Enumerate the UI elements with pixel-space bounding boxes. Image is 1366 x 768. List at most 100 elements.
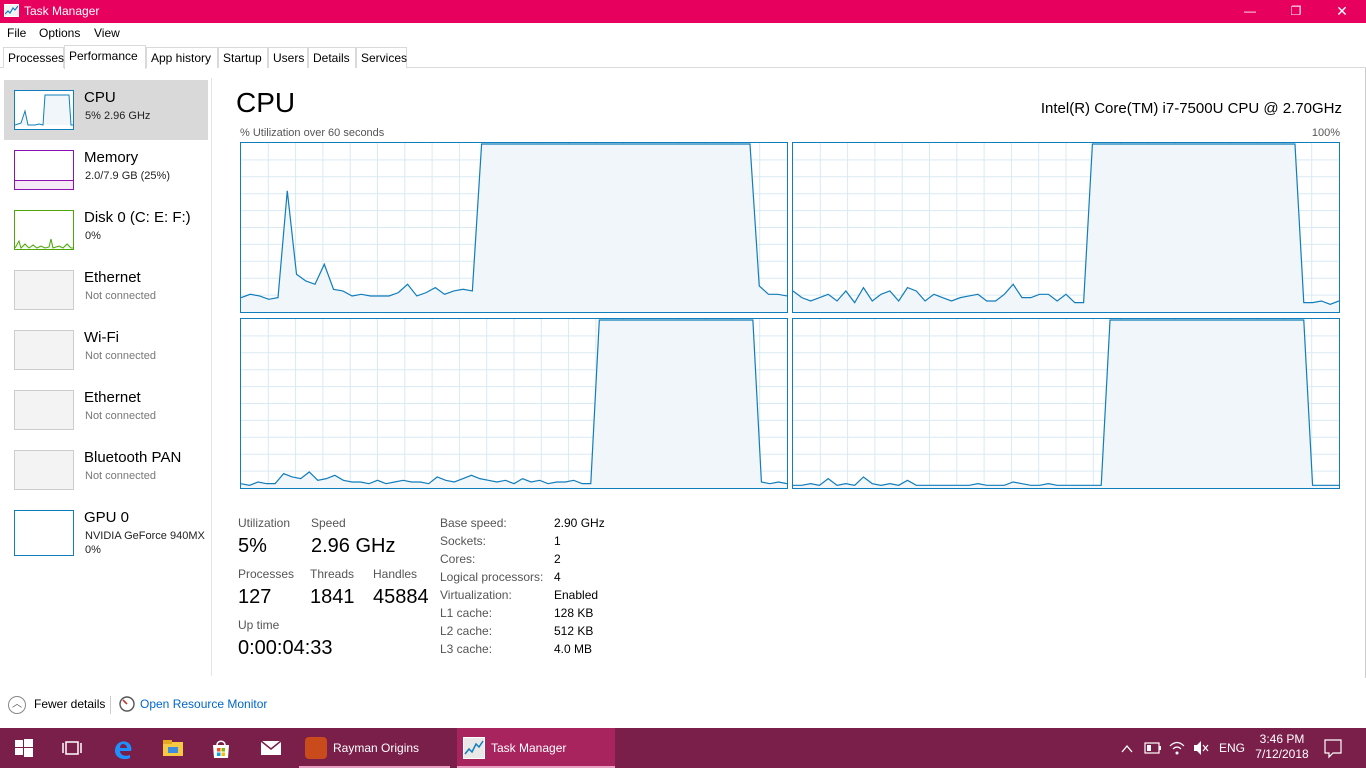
wifi-mini-graph — [14, 330, 74, 370]
fewer-details-link[interactable]: Fewer details — [34, 697, 105, 711]
sidebar-item-bluetooth-pan[interactable]: Bluetooth PAN Not connected — [4, 440, 208, 500]
sidebar-item-cpu[interactable]: CPU 5% 2.96 GHz — [4, 80, 208, 140]
processes-value: 127 — [238, 586, 272, 608]
sidebar-item-value: Not connected — [85, 290, 156, 302]
edge-button[interactable] — [98, 728, 146, 768]
chevron-up-icon[interactable]: ︿ — [8, 696, 26, 714]
spec-value: 2.90 GHz — [554, 516, 605, 530]
cpu-model: Intel(R) Core(TM) i7-7500U CPU @ 2.70GHz — [1040, 100, 1342, 117]
spec-key: Sockets: — [440, 534, 487, 548]
sidebar-item-value-2: 0% — [85, 544, 101, 556]
task-view-button[interactable] — [48, 728, 96, 768]
network-tray-button[interactable] — [1168, 728, 1186, 768]
tab-performance[interactable]: Performance — [64, 45, 146, 69]
spec-value: 512 KB — [554, 624, 594, 638]
file-explorer-button[interactable] — [148, 728, 196, 768]
menu-bar: File Options View — [0, 23, 1366, 43]
spec-key: Cores: — [440, 552, 476, 566]
sidebar-divider — [211, 78, 212, 676]
sidebar-item-ethernet-2[interactable]: Ethernet Not connected — [4, 380, 208, 440]
utilization-label: Utilization — [238, 516, 291, 530]
memory-mini-graph — [14, 150, 74, 190]
taskbar: Rayman Origins Task Manager ENG 3:46 PM … — [0, 728, 1366, 768]
spec-value: 4 — [554, 570, 561, 584]
speed-value: 2.96 GHz — [311, 535, 396, 557]
graph-max-label: 100% — [1311, 127, 1340, 139]
disk-mini-graph — [14, 210, 74, 250]
edge-icon — [115, 741, 132, 760]
tab-processes[interactable]: Processes — [3, 47, 64, 68]
open-resource-monitor-link[interactable]: Open Resource Monitor — [140, 697, 267, 711]
page-title: CPU — [236, 87, 296, 118]
taskbar-app-rayman[interactable]: Rayman Origins — [299, 728, 450, 768]
tab-services[interactable]: Services — [356, 47, 407, 68]
maximize-button[interactable]: ❐ — [1273, 0, 1319, 23]
menu-file[interactable]: File — [7, 26, 26, 40]
clock-time: 3:46 PM — [1259, 732, 1305, 746]
footer-bar: ︿ Fewer details Open Resource Monitor — [0, 688, 1366, 720]
cpu-mini-graph — [14, 90, 74, 130]
window-title: Task Manager — [24, 4, 100, 18]
utilization-value: 5% — [238, 535, 267, 557]
tab-details[interactable]: Details — [308, 47, 356, 68]
sidebar-item-label: Memory — [84, 149, 139, 166]
input-language[interactable]: ENG — [1219, 741, 1245, 755]
battery-tray-button[interactable] — [1144, 728, 1162, 768]
store-icon — [213, 740, 229, 758]
sidebar-item-label: Ethernet — [84, 269, 141, 286]
tab-users[interactable]: Users — [268, 47, 308, 68]
task-view-icon — [62, 741, 82, 755]
sidebar-item-value: NVIDIA GeForce 940MX — [85, 530, 205, 542]
threads-label: Threads — [310, 567, 355, 581]
taskbar-app-label: Rayman Origins — [333, 741, 420, 755]
show-hidden-icons-button[interactable] — [1120, 728, 1136, 768]
sidebar-item-label: Wi-Fi — [84, 329, 119, 346]
sidebar-item-value: 5% 2.96 GHz — [85, 110, 151, 122]
handles-value: 45884 — [373, 586, 429, 608]
action-center-button[interactable] — [1322, 728, 1346, 768]
ethernet-mini-graph — [14, 390, 74, 430]
tab-startup[interactable]: Startup — [218, 47, 268, 68]
uptime-value: 0:00:04:33 — [238, 637, 333, 659]
cpu-core-3-graph — [792, 318, 1340, 489]
minimize-button[interactable]: — — [1227, 0, 1273, 23]
rayman-icon — [305, 737, 327, 759]
sidebar-item-value: 0% — [85, 230, 101, 242]
footer-divider — [110, 696, 111, 714]
sidebar-item-gpu[interactable]: GPU 0 NVIDIA GeForce 940MX 0% — [4, 500, 208, 560]
sidebar-item-ethernet[interactable]: Ethernet Not connected — [4, 260, 208, 320]
tab-app-history[interactable]: App history — [146, 47, 218, 68]
sidebar-item-value: Not connected — [85, 350, 156, 362]
taskbar-app-label: Task Manager — [491, 741, 567, 755]
volume-tray-button[interactable] — [1192, 728, 1210, 768]
clock[interactable]: 3:46 PM 7/12/2018 — [1250, 732, 1314, 762]
sidebar-item-label: GPU 0 — [84, 509, 130, 526]
wifi-icon — [1169, 741, 1185, 755]
graph-label: % Utilization over 60 seconds — [240, 127, 385, 139]
sidebar-item-label: Disk 0 (C: E: F:) — [84, 209, 191, 226]
sidebar-item-wifi[interactable]: Wi-Fi Not connected — [4, 320, 208, 380]
spec-value: 2 — [554, 552, 561, 566]
cpu-core-2-graph — [240, 318, 788, 489]
folder-icon — [163, 740, 183, 756]
menu-view[interactable]: View — [94, 26, 120, 40]
threads-value: 1841 — [310, 586, 355, 608]
spec-key: L1 cache: — [440, 606, 493, 620]
spec-key: Virtualization: — [440, 588, 512, 602]
taskbar-app-task-manager[interactable]: Task Manager — [457, 728, 615, 768]
tab-bar: Processes Performance App history Startu… — [0, 44, 1366, 69]
gpu-mini-graph — [14, 510, 74, 556]
store-button[interactable] — [196, 728, 244, 768]
windows-icon — [15, 739, 33, 757]
sidebar-item-label: Ethernet — [84, 389, 141, 406]
start-button[interactable] — [0, 728, 48, 768]
spec-value: 128 KB — [554, 606, 594, 620]
sidebar-item-memory[interactable]: Memory 2.0/7.9 GB (25%) — [4, 140, 208, 200]
menu-options[interactable]: Options — [39, 26, 80, 40]
close-button[interactable]: ✕ — [1319, 0, 1365, 23]
mail-button[interactable] — [246, 728, 294, 768]
sidebar-item-value: Not connected — [85, 470, 156, 482]
sidebar-item-disk[interactable]: Disk 0 (C: E: F:) 0% — [4, 200, 208, 260]
sidebar-item-label: CPU — [84, 89, 116, 106]
cpu-core-1-graph — [792, 142, 1340, 313]
